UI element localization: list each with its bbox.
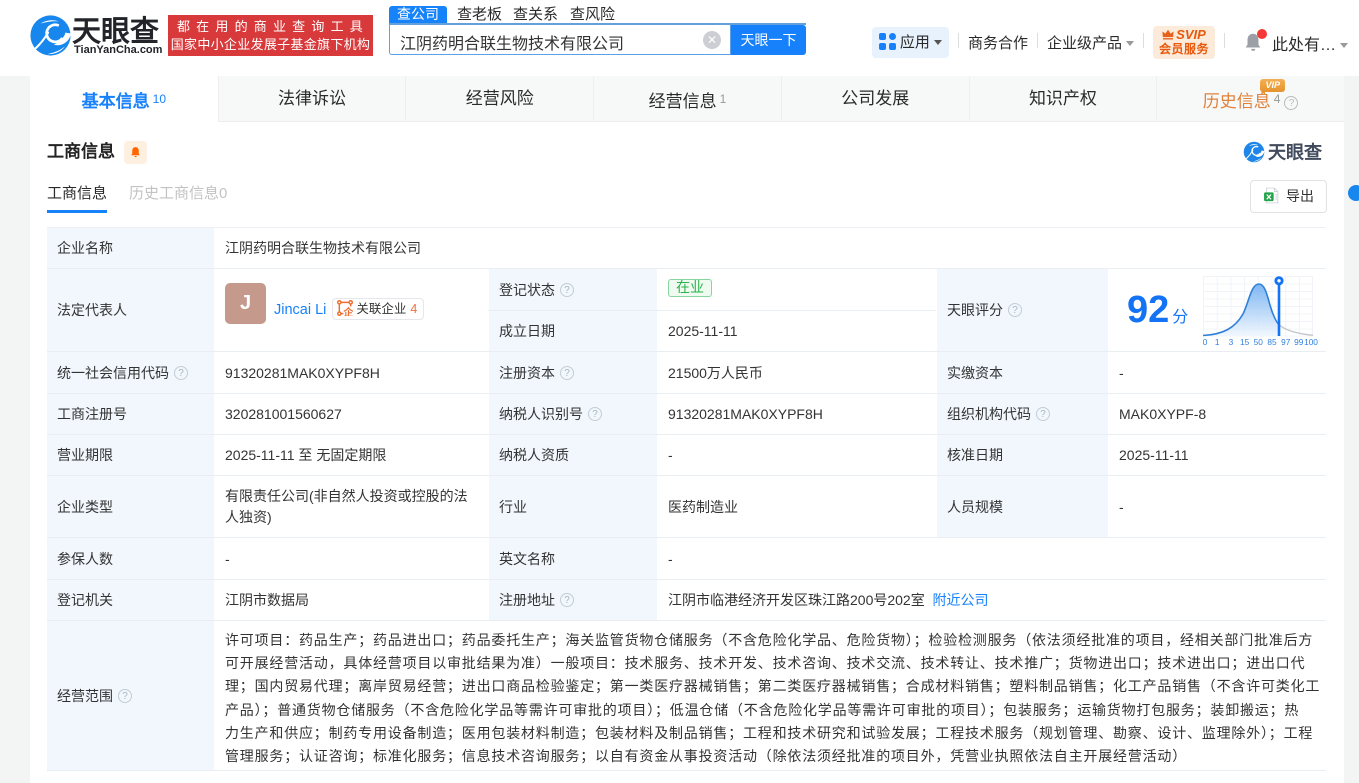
svg-text:100: 100 <box>1304 337 1318 347</box>
svg-text:85: 85 <box>1268 337 1278 347</box>
svg-text:50: 50 <box>1254 337 1264 347</box>
svg-text:3: 3 <box>1229 337 1234 347</box>
svg-text:1: 1 <box>1215 337 1220 347</box>
svg-text:企: 企 <box>343 306 354 316</box>
svg-text:15: 15 <box>1240 337 1250 347</box>
svg-text:97: 97 <box>1281 337 1291 347</box>
svg-text:99: 99 <box>1294 337 1304 347</box>
svg-text:0: 0 <box>1203 337 1208 347</box>
svg-text:天眼查: 天眼查 <box>1268 142 1322 163</box>
